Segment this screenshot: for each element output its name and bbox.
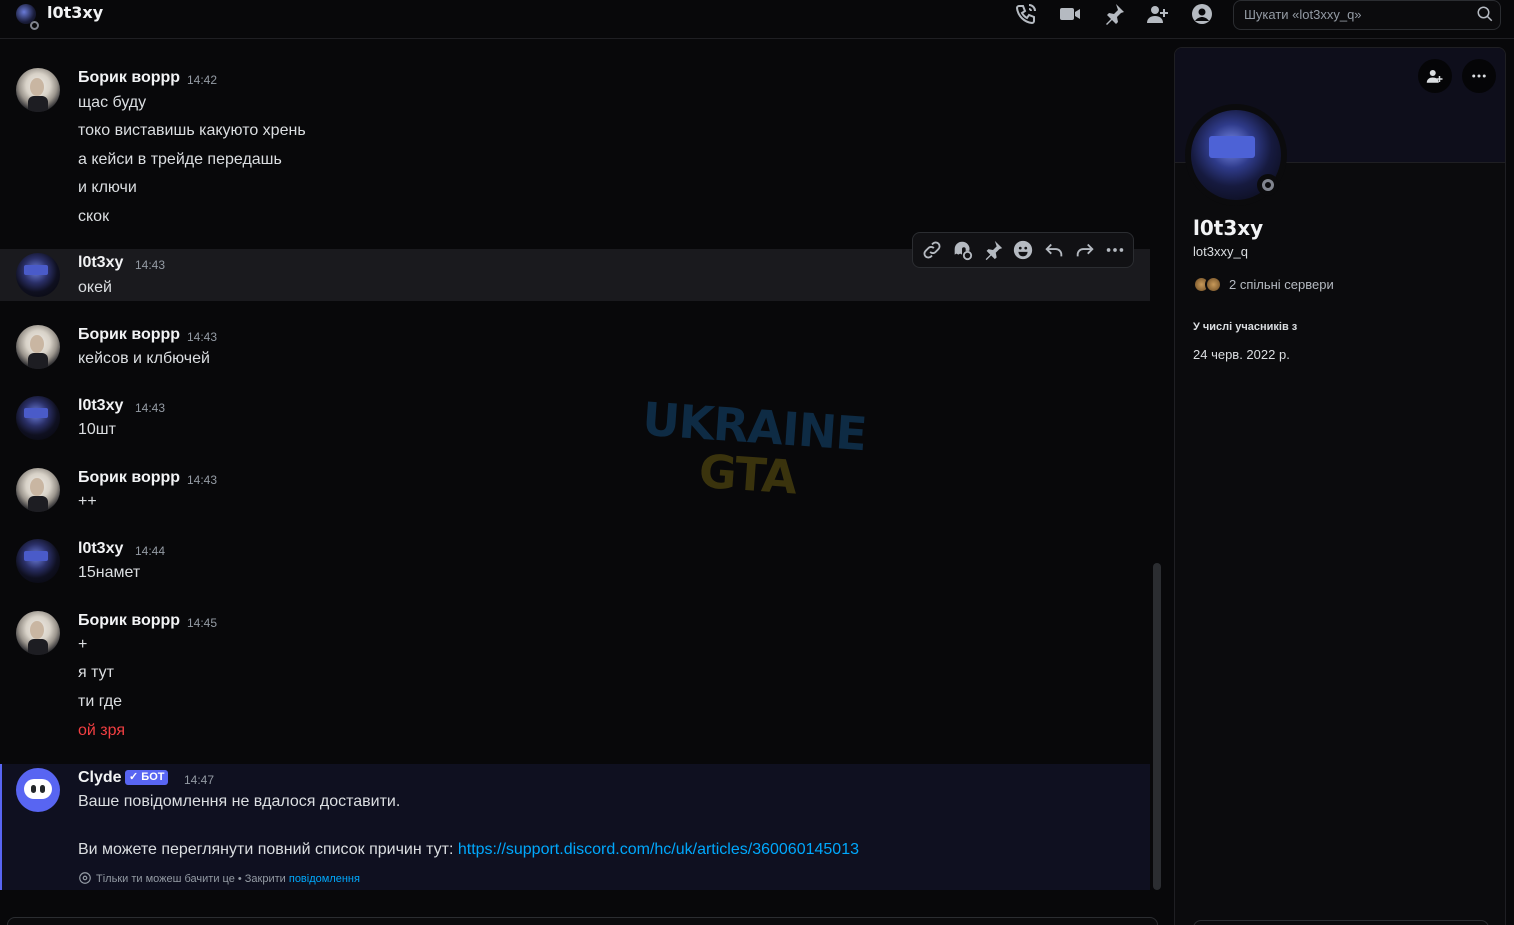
avatar[interactable] [16,253,60,297]
check-icon: ✓ [129,771,139,783]
message-text: ти где [78,693,123,710]
pin-message-icon[interactable] [982,239,1004,261]
ephemeral-text: Тільки ти можеш бачити це • Закрити [96,873,289,885]
offline-status-icon [30,21,39,30]
profile-avatar[interactable] [1185,104,1287,206]
clyde-avatar[interactable] [16,768,60,812]
search-placeholder: Шукати «lot3xxy_q» [1244,7,1362,22]
ephemeral-notice: Тільки ти можеш бачити це • Закрити пові… [78,871,360,885]
search-input[interactable]: Шукати «lot3xxy_q» [1233,0,1501,30]
search-icon[interactable] [1476,5,1494,23]
message-composer[interactable] [7,917,1158,925]
scrollbar-thumb[interactable] [1153,563,1161,890]
mutual-servers-label: 2 спільні сервери [1229,277,1334,292]
copy-link-icon[interactable] [921,239,943,261]
discord-dm-window: l0t3xy Шукати «lot3xxy_q» UKRAINE GTA Бо… [0,0,1514,925]
avatar[interactable] [16,325,60,369]
dismiss-message-link[interactable]: повідомлення [289,873,360,885]
message-text: кейсов и клбючей [78,350,210,367]
user-profile-panel: l0t3xy lot3xxy_q 2 спільні сервери У чис… [1174,47,1506,925]
forward-icon[interactable] [1074,239,1096,261]
message-text: 10шт [78,421,116,438]
message-text: + [78,636,88,653]
message-author[interactable]: Борик воррр [78,326,180,344]
avatar[interactable] [16,468,60,512]
add-friend-icon [1426,70,1443,83]
channel-header: l0t3xy Шукати «lot3xxy_q» [0,0,1514,39]
profile-toggle-icon[interactable] [1190,2,1214,26]
message-group[interactable]: Борик воррр 14:42 щас буду токо виставиш… [0,60,1150,245]
message-text: я тут [78,664,114,681]
bot-badge-label: БОТ [141,771,165,783]
profile-more-button[interactable] [1462,59,1496,93]
message-timestamp: 14:47 [184,773,215,787]
message-author[interactable]: l0t3xy [78,254,123,272]
video-icon[interactable] [1058,2,1082,26]
message-group[interactable]: Борик воррр 14:45 + я тут ти где ой зря [0,603,1150,745]
message-text: токо виставишь какуюто хрень [78,122,306,139]
phone-call-icon[interactable] [1014,2,1038,26]
message-group[interactable]: Борик воррр 14:43 ++ [0,460,1150,516]
avatar[interactable] [16,68,60,112]
message-text: Ваше повідомлення не вдалося доставити. [78,793,401,810]
message-text: окей [78,279,112,296]
message-group[interactable]: l0t3xy 14:43 10шт [0,388,1150,444]
message-author[interactable]: Борик воррр [78,69,180,87]
message-timestamp: 14:43 [187,330,218,344]
message-text: и ключи [78,179,137,196]
message-timestamp: 14:43 [187,473,218,487]
message-timestamp: 14:44 [135,544,166,558]
failed-message-text[interactable]: ой зря [78,722,125,740]
message-author[interactable]: l0t3xy [78,540,123,558]
eye-icon [78,871,92,885]
profile-display-name: l0t3xy [1193,216,1264,240]
member-since-heading: У числі учасників з [1193,321,1298,333]
member-since-date: 24 черв. 2022 р. [1193,347,1290,362]
message-timestamp: 14:42 [187,73,218,87]
pin-icon[interactable] [1102,2,1126,26]
more-icon [1472,74,1486,78]
profile-footer-button[interactable] [1193,920,1489,925]
message-text: а кейси в трейде передашь [78,151,282,168]
message-text: щас буду [78,94,147,111]
channel-title[interactable]: l0t3xy [47,3,103,22]
message-actions-toolbar [912,232,1134,268]
message-author[interactable]: Борик воррр [78,469,180,487]
add-friends-icon[interactable] [1146,2,1170,26]
message-text-prefix: Ви можете переглянути повний список прич… [78,841,458,858]
message-author[interactable]: Борик воррр [78,612,180,630]
add-friend-button[interactable] [1418,59,1452,93]
message-text: Ви можете переглянути повний список прич… [78,841,859,859]
support-link[interactable]: https://support.discord.com/hc/uk/articl… [458,841,859,858]
profile-username: lot3xxy_q [1193,244,1248,259]
bot-badge: ✓ БОТ [125,770,169,785]
emoji-icon[interactable] [1012,239,1034,261]
message-author[interactable]: Clyde [78,769,122,787]
message-text: 15намет [78,564,141,581]
clyde-system-message[interactable]: Clyde ✓ БОТ 14:47 Ваше повідомлення не в… [0,764,1150,890]
message-timestamp: 14:45 [187,616,218,630]
avatar[interactable] [16,539,60,583]
message-group[interactable]: Борик воррр 14:43 кейсов и клбючей [0,317,1150,373]
avatar[interactable] [16,396,60,440]
message-text: ++ [78,493,97,510]
dm-avatar[interactable] [16,4,39,30]
avatar[interactable] [16,611,60,655]
message-timestamp: 14:43 [135,401,166,415]
offline-status-icon [1257,174,1279,196]
more-icon[interactable] [1104,239,1126,261]
reply-icon[interactable] [1043,239,1065,261]
clyde-face-icon [24,779,52,799]
message-timestamp: 14:43 [135,258,166,272]
add-reaction-icon[interactable] [951,239,973,261]
server-icon [1205,276,1222,293]
message-group[interactable]: l0t3xy 14:44 15намет [0,531,1150,587]
message-author[interactable]: l0t3xy [78,397,123,415]
message-list[interactable]: Борик воррр 14:42 щас буду токо виставиш… [0,40,1160,925]
message-text: скок [78,208,110,225]
